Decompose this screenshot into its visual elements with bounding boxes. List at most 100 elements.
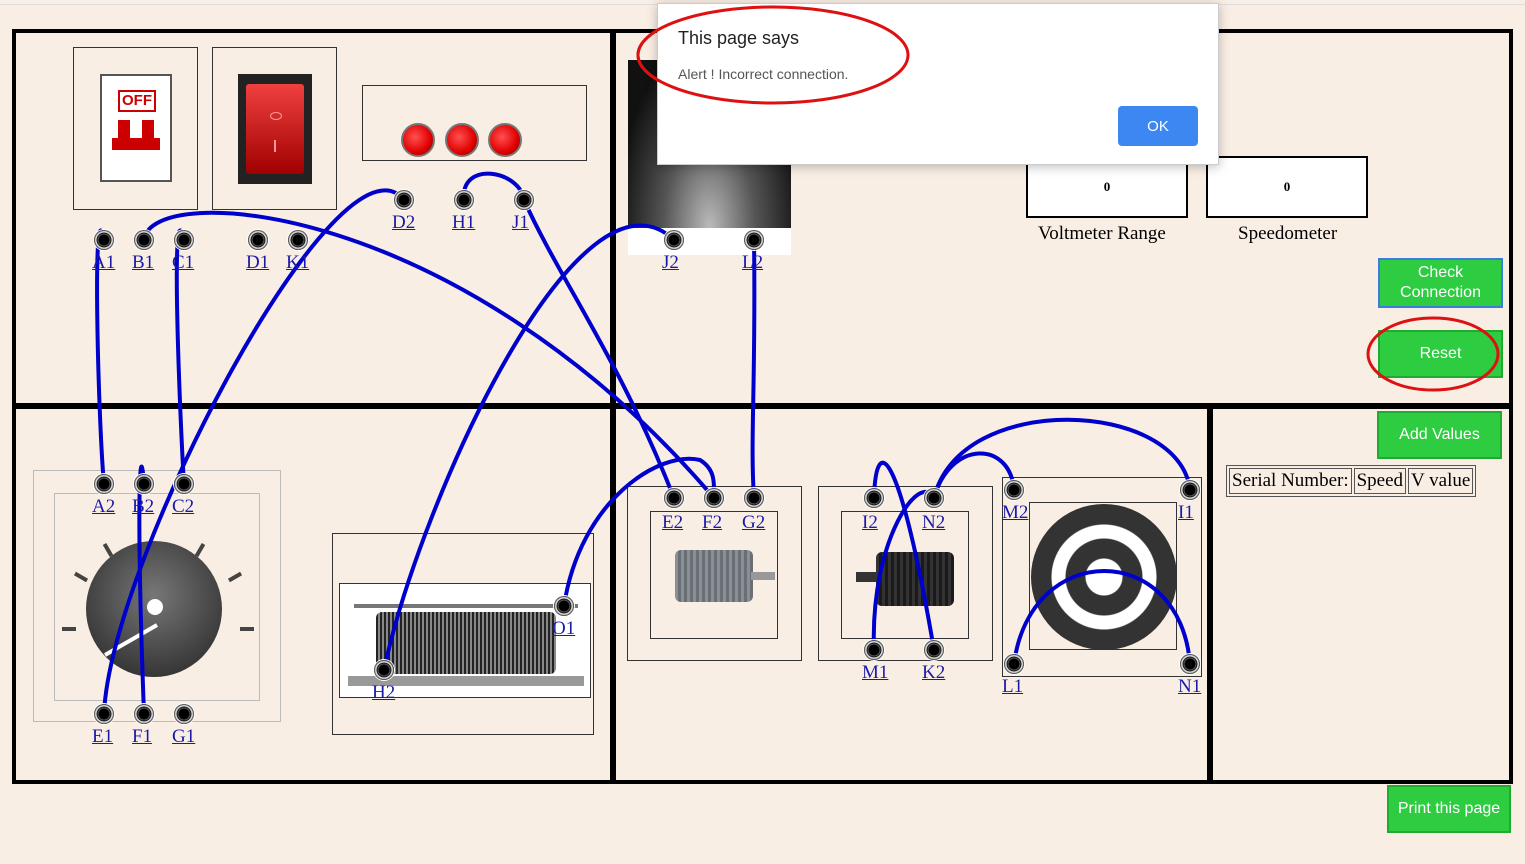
- terminal-c1[interactable]: [174, 230, 194, 250]
- label-k1[interactable]: K1: [286, 252, 309, 274]
- alert-ok-button[interactable]: OK: [1118, 106, 1198, 146]
- label-j2[interactable]: J2: [662, 252, 679, 274]
- switch-base: [112, 138, 160, 150]
- label-f1[interactable]: F1: [132, 726, 152, 748]
- terminal-k1[interactable]: [288, 230, 308, 250]
- label-h1[interactable]: H1: [452, 212, 475, 234]
- terminal-a1[interactable]: [94, 230, 114, 250]
- terminal-l1[interactable]: [1004, 654, 1024, 674]
- label-c1[interactable]: C1: [172, 252, 194, 274]
- dp-switch[interactable]: OFF: [100, 74, 172, 182]
- label-a1[interactable]: A1: [92, 252, 115, 274]
- label-b2[interactable]: B2: [132, 496, 154, 518]
- label-b1[interactable]: B1: [132, 252, 154, 274]
- autotransformer-box: [33, 470, 281, 722]
- label-l2[interactable]: L2: [742, 252, 763, 274]
- label-e1[interactable]: E1: [92, 726, 113, 748]
- label-m1[interactable]: M1: [862, 662, 888, 684]
- tick-2: [240, 627, 254, 631]
- label-o1[interactable]: O1: [552, 618, 575, 640]
- generator-image: [876, 552, 954, 606]
- terminal-b2[interactable]: [134, 474, 154, 494]
- label-d1[interactable]: D1: [246, 252, 269, 274]
- alert-dialog: This page says Alert ! Incorrect connect…: [657, 3, 1219, 165]
- label-a2[interactable]: A2: [92, 496, 115, 518]
- dp-switch-box: OFF: [73, 47, 198, 210]
- label-g1[interactable]: G1: [172, 726, 195, 748]
- print-page-button[interactable]: Print this page: [1387, 785, 1511, 833]
- indicator-lamps-box: [362, 85, 587, 161]
- label-j1[interactable]: J1: [512, 212, 529, 234]
- terminal-e1[interactable]: [94, 704, 114, 724]
- rocker-switch-box: [212, 47, 337, 210]
- coupler-inner: [1029, 502, 1177, 650]
- rheostat-coil: [376, 612, 556, 674]
- terminal-m2[interactable]: [1004, 480, 1024, 500]
- alert-dialog-title: This page says: [678, 28, 800, 48]
- lamp-3: [488, 123, 522, 157]
- tick-1: [62, 627, 76, 631]
- terminal-n2[interactable]: [924, 488, 944, 508]
- reset-button[interactable]: Reset: [1378, 330, 1503, 378]
- label-m2[interactable]: M2: [1002, 502, 1028, 524]
- lamp-1: [401, 123, 435, 157]
- terminal-k2[interactable]: [924, 640, 944, 660]
- label-l1[interactable]: L1: [1002, 676, 1023, 698]
- label-k2[interactable]: K2: [922, 662, 945, 684]
- voltmeter-range-label: Voltmeter Range: [1038, 223, 1166, 244]
- terminal-f2[interactable]: [704, 488, 724, 508]
- label-h2[interactable]: H2: [372, 682, 395, 704]
- terminal-f1[interactable]: [134, 704, 154, 724]
- coupler-gear-image: [1031, 504, 1177, 650]
- label-f2[interactable]: F2: [702, 512, 722, 534]
- terminal-n1[interactable]: [1180, 654, 1200, 674]
- generator-inner: [841, 511, 969, 639]
- values-table: Serial Number: Speed V value: [1226, 465, 1477, 497]
- label-n1[interactable]: N1: [1178, 676, 1201, 698]
- alert-dialog-message: Alert ! Incorrect connection.: [678, 66, 849, 82]
- check-connection-button[interactable]: Check Connection: [1378, 258, 1503, 308]
- terminal-j1[interactable]: [514, 190, 534, 210]
- label-c2[interactable]: C2: [172, 496, 194, 518]
- terminal-g2[interactable]: [744, 488, 764, 508]
- generator-shaft: [856, 572, 880, 582]
- terminal-h1[interactable]: [454, 190, 474, 210]
- dc-motor-image: [675, 550, 753, 602]
- label-i1[interactable]: I1: [1178, 502, 1194, 524]
- rocker-switch[interactable]: [238, 74, 312, 184]
- panel-bottom-right: [1207, 403, 1513, 784]
- terminal-d2[interactable]: [394, 190, 414, 210]
- label-g2[interactable]: G2: [742, 512, 765, 534]
- terminal-a2[interactable]: [94, 474, 114, 494]
- terminal-i1[interactable]: [1180, 480, 1200, 500]
- terminal-m1[interactable]: [864, 640, 884, 660]
- terminal-i2[interactable]: [864, 488, 884, 508]
- terminal-e2[interactable]: [664, 488, 684, 508]
- dc-motor-shaft: [751, 572, 775, 580]
- terminal-b1[interactable]: [134, 230, 154, 250]
- label-d2[interactable]: D2: [392, 212, 415, 234]
- terminal-c2[interactable]: [174, 474, 194, 494]
- values-table-header-row: Serial Number: Speed V value: [1229, 468, 1474, 494]
- label-n2[interactable]: N2: [922, 512, 945, 534]
- speedometer-label: Speedometer: [1238, 223, 1338, 244]
- label-e2[interactable]: E2: [662, 512, 683, 534]
- terminal-g1[interactable]: [174, 704, 194, 724]
- header-v-value: V value: [1408, 468, 1474, 494]
- rocker-o-mark: [270, 112, 282, 120]
- terminal-d1[interactable]: [248, 230, 268, 250]
- rocker-switch-face: [246, 84, 304, 174]
- coupler-box: [1002, 477, 1202, 677]
- rheostat-rod: [354, 604, 578, 608]
- rocker-i-mark: [274, 140, 276, 152]
- switch-off-label: OFF: [118, 90, 156, 112]
- label-i2[interactable]: I2: [862, 512, 878, 534]
- header-serial-number: Serial Number:: [1229, 468, 1352, 494]
- terminal-o1[interactable]: [554, 596, 574, 616]
- header-speed: Speed: [1353, 468, 1407, 494]
- add-values-button[interactable]: Add Values: [1377, 411, 1502, 459]
- knob-center: [147, 599, 163, 615]
- terminal-h2[interactable]: [374, 660, 394, 680]
- terminal-j2[interactable]: [664, 230, 684, 250]
- terminal-l2[interactable]: [744, 230, 764, 250]
